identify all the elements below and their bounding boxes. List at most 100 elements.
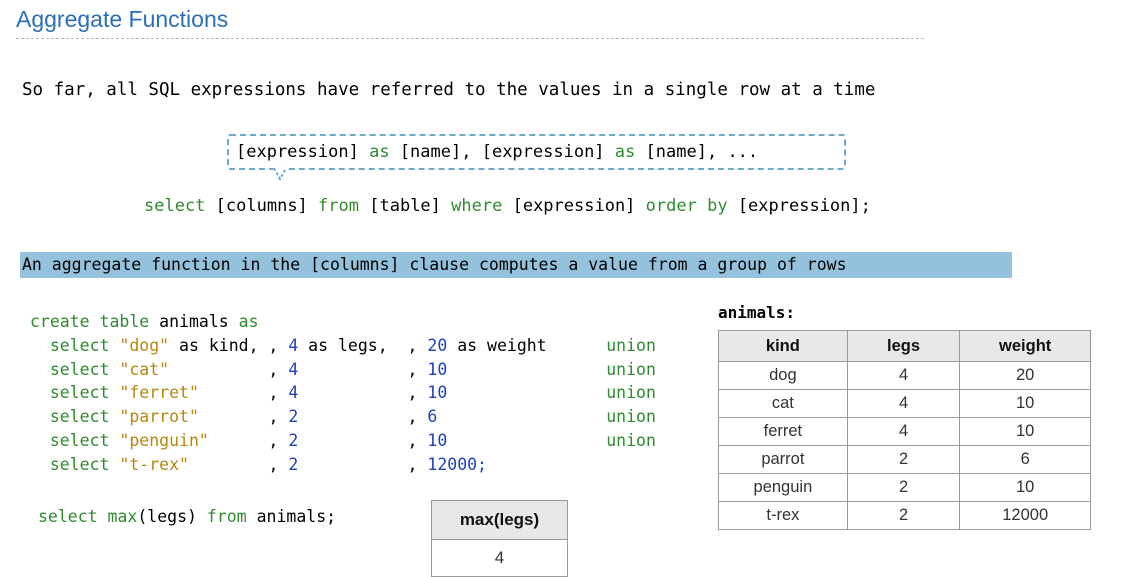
sql-keyword: union <box>606 407 656 427</box>
cell-legs: 2 <box>846 473 961 502</box>
where-keyword: where <box>451 196 503 216</box>
weight-value: 10 <box>427 359 448 379</box>
weight-value: 10 <box>427 430 448 450</box>
sql-keyword: select <box>49 335 110 355</box>
animals-table-body: dog 4 20 cat 4 10 ferret 4 10 parrot 2 6 penguin 2 10 t… <box>718 361 1091 530</box>
kind-value: "dog" <box>119 335 170 355</box>
code-text: , <box>298 407 428 427</box>
cell-kind: ferret <box>718 417 848 446</box>
sql-keyword: select <box>49 407 110 427</box>
cell-kind: dog <box>718 361 848 390</box>
callout-pointer <box>273 166 287 182</box>
code-text: as legs, <box>298 335 388 355</box>
code-text: , <box>198 383 289 403</box>
callout-as-1: as <box>369 142 390 162</box>
code-line-select: select "dog" as kind, , 4 as legs, , 20 … <box>30 334 656 358</box>
code-line-select: select "ferret" , 4 , 10 union <box>30 381 656 405</box>
query-function: max <box>107 507 138 526</box>
callout-expression-2: [expression] <box>481 142 605 162</box>
table-row: cat 4 10 <box>718 389 1091 418</box>
cell-weight: 20 <box>959 361 1091 390</box>
create-table-code: create table animals as select "dog" as … <box>30 310 656 477</box>
legs-value: 2 <box>288 407 299 427</box>
weight-value: 10 <box>427 383 448 403</box>
callout-text: [expression] as [name], [expression] as … <box>236 142 758 162</box>
kind-value: "parrot" <box>119 407 199 427</box>
code-text: , <box>169 359 289 379</box>
sql-keyword: select <box>49 454 110 474</box>
table-row: t-rex 2 12000 <box>718 501 1091 530</box>
as-keyword: as <box>238 312 259 331</box>
code-text: , <box>208 430 289 450</box>
callout-as-2: as <box>614 142 636 162</box>
max-legs-result-table: max(legs) 4 <box>431 500 568 577</box>
animals-table-label: animals: <box>718 303 796 322</box>
columns-placeholder: [columns] <box>215 196 308 216</box>
kind-value: "ferret" <box>119 383 199 403</box>
code-text: as weight <box>447 335 547 355</box>
max-legs-header: max(legs) <box>431 500 568 540</box>
cell-weight: 10 <box>959 389 1091 418</box>
cell-kind: parrot <box>718 445 848 474</box>
aggregate-definition: An aggregate function in the [columns] c… <box>22 255 847 274</box>
weight-value: 6 <box>427 407 438 427</box>
cell-legs: 2 <box>846 445 961 474</box>
code-text: , <box>188 454 289 474</box>
cell-weight: 12000 <box>959 501 1091 530</box>
header-legs: legs <box>846 330 961 362</box>
callout-name-2: [name], <box>645 142 718 162</box>
legs-value: 4 <box>288 383 299 403</box>
expression-placeholder-1: [expression] <box>512 196 636 216</box>
code-text: , <box>258 335 289 355</box>
sql-keyword: select <box>49 383 110 403</box>
code-text: , <box>298 359 428 379</box>
cell-weight: 10 <box>959 417 1091 446</box>
legs-value: 4 <box>288 335 299 355</box>
code-text: , <box>387 335 428 355</box>
legs-value: 4 <box>288 359 299 379</box>
callout-name-1: [name], <box>399 142 472 162</box>
max-legs-value: 4 <box>431 539 568 577</box>
max-query: select max(legs) from animals; <box>38 507 336 526</box>
table-row: parrot 2 6 <box>718 445 1091 474</box>
table-row: dog 4 20 <box>718 361 1091 390</box>
sql-keyword: select <box>49 359 110 379</box>
weight-value: 20 <box>427 335 448 355</box>
select-template: select [columns] from [table] where [exp… <box>144 196 871 216</box>
code-text: , <box>298 383 428 403</box>
code-rows: select "dog" as kind, , 4 as legs, , 20 … <box>30 334 656 477</box>
legs-value: 2 <box>288 430 299 450</box>
code-text: , <box>198 407 289 427</box>
select-keyword: select <box>144 196 206 216</box>
code-line-select: select "cat" , 4 , 10 union <box>30 358 656 382</box>
intro-text: So far, all SQL expressions have referre… <box>22 80 876 100</box>
query-table: animals; <box>256 507 337 526</box>
cell-legs: 4 <box>846 417 961 446</box>
callout-expression-1: [expression] <box>236 142 359 162</box>
header-kind: kind <box>718 330 848 362</box>
create-table-keyword: create table <box>30 312 150 331</box>
code-text: as kind, <box>169 335 259 355</box>
cell-kind: penguin <box>718 473 848 502</box>
table-row: ferret 4 10 <box>718 417 1091 446</box>
weight-value: 12000; <box>427 454 487 474</box>
sql-keyword: union <box>606 430 656 450</box>
code-text: , <box>298 454 428 474</box>
query-argument: (legs) <box>137 507 197 526</box>
code-text: , <box>298 430 428 450</box>
page-title: Aggregate Functions <box>16 6 229 32</box>
code-line-select: select "penguin" , 2 , 10 union <box>30 429 656 453</box>
